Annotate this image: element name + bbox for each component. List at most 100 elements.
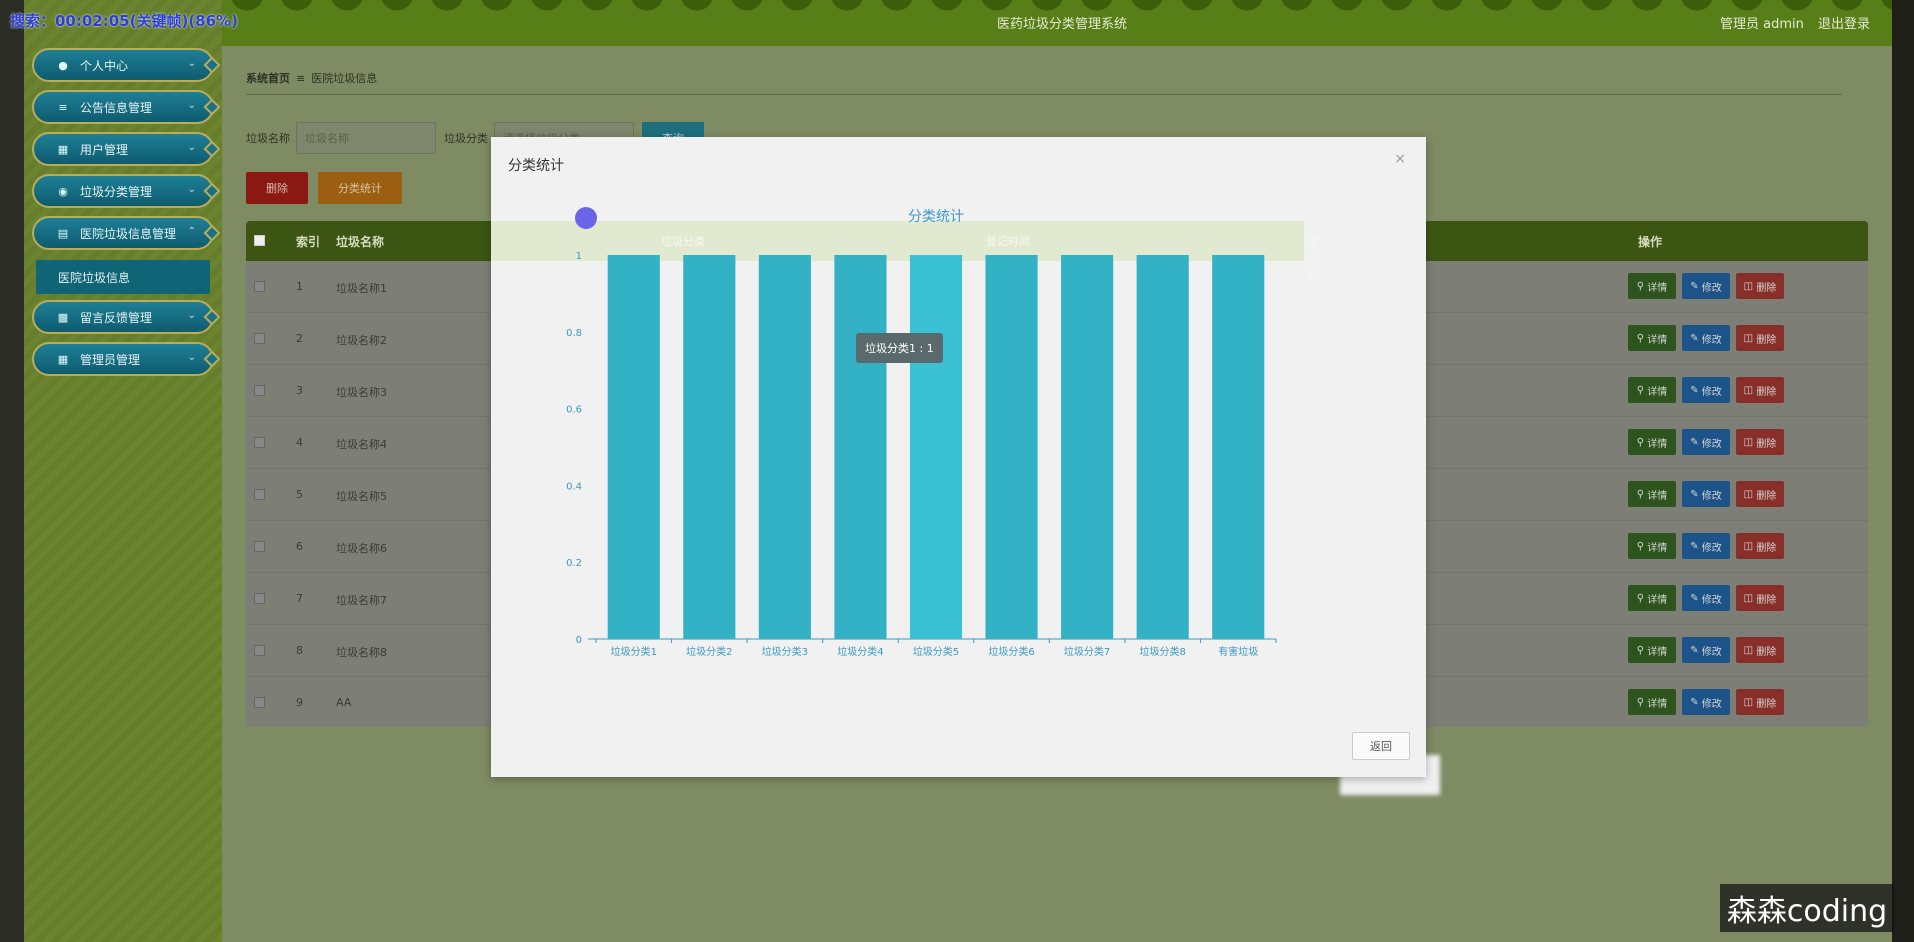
trash-icon: ◫ — [1743, 280, 1757, 292]
category-stats-button[interactable]: 分类统计 — [318, 172, 402, 204]
detail-label: 详情 — [1647, 282, 1668, 294]
delete-button[interactable]: ◫ 删除 — [1736, 325, 1784, 351]
row-checkbox[interactable] — [254, 541, 265, 552]
sidebar-item-categories[interactable]: ◉ 垃圾分类管理 ⌄ — [32, 174, 221, 208]
trash-icon: ◫ — [1743, 696, 1757, 708]
sidebar-item-announcement[interactable]: ≡ 公告信息管理 ⌄ — [32, 90, 221, 124]
delete-button[interactable]: ◫ 删除 — [1736, 689, 1784, 715]
search-icon: ⚲ — [1636, 384, 1648, 396]
sidebar-subitem-hospital-waste-info[interactable]: 医院垃圾信息 — [36, 260, 210, 294]
detail-button[interactable]: ⚲ 详情 — [1628, 689, 1676, 715]
row-checkbox[interactable] — [254, 645, 265, 656]
list-icon: ≡ — [58, 100, 68, 114]
delete-label: 删除 — [1756, 334, 1777, 346]
edit-button[interactable]: ✎ 修改 — [1682, 325, 1730, 351]
detail-button[interactable]: ⚲ 详情 — [1628, 585, 1676, 611]
batch-delete-button[interactable]: 删除 — [246, 172, 308, 204]
diamond-ornament — [203, 182, 221, 200]
chevron-down-icon: ⌄ — [187, 58, 196, 69]
chart-bar — [1212, 255, 1265, 639]
trash-icon: ◫ — [1743, 384, 1757, 396]
detail-label: 详情 — [1647, 542, 1668, 554]
delete-button[interactable]: ◫ 删除 — [1736, 637, 1784, 663]
delete-button[interactable]: ◫ 删除 — [1736, 377, 1784, 403]
row-checkbox[interactable] — [254, 437, 265, 448]
chevron-down-icon: ⌄ — [187, 352, 196, 363]
pin-icon: ◉ — [58, 184, 68, 198]
edit-label: 修改 — [1701, 438, 1722, 450]
edit-button[interactable]: ✎ 修改 — [1682, 481, 1730, 507]
detail-button[interactable]: ⚲ 详情 — [1628, 377, 1676, 403]
chart-tooltip: 垃圾分类1 : 1 — [856, 333, 943, 363]
detail-label: 详情 — [1647, 386, 1668, 398]
detail-button[interactable]: ⚲ 详情 — [1628, 273, 1676, 299]
row-checkbox[interactable] — [254, 593, 265, 604]
row-checkbox[interactable] — [254, 333, 265, 344]
sidebar-item-hospital-waste[interactable]: ▤ 医院垃圾信息管理 ⌃ — [32, 216, 221, 250]
breadcrumb-home[interactable]: 系统首页 — [246, 72, 290, 85]
delete-button[interactable]: ◫ 删除 — [1736, 273, 1784, 299]
delete-button[interactable]: ◫ 删除 — [1736, 429, 1784, 455]
detail-button[interactable]: ⚲ 详情 — [1628, 533, 1676, 559]
chart-bar — [834, 255, 887, 639]
detail-button[interactable]: ⚲ 详情 — [1628, 429, 1676, 455]
edit-button[interactable]: ✎ 修改 — [1682, 689, 1730, 715]
row-checkbox[interactable] — [254, 697, 265, 708]
delete-label: 删除 — [1756, 282, 1777, 294]
row-index: 2 — [296, 332, 303, 345]
row-actions: ⚲ 详情 ✎ 修改 ◫ 删除 — [1628, 273, 1784, 299]
edit-button[interactable]: ✎ 修改 — [1682, 533, 1730, 559]
edit-button[interactable]: ✎ 修改 — [1682, 585, 1730, 611]
delete-button[interactable]: ◫ 删除 — [1736, 585, 1784, 611]
row-name: 垃圾名称3 — [336, 386, 387, 399]
detail-button[interactable]: ⚲ 详情 — [1628, 481, 1676, 507]
delete-button[interactable]: ◫ 删除 — [1736, 533, 1784, 559]
row-name: 垃圾名称7 — [336, 594, 387, 607]
chart-bar — [985, 255, 1038, 639]
x-tick-label: 垃圾分类6 — [988, 645, 1034, 658]
sidebar: ● 个人中心 ⌄ ≡ 公告信息管理 ⌄ ▦ 用户管理 ⌄ ◉ 垃圾分类管理 ⌄ … — [24, 0, 222, 942]
row-actions: ⚲ 详情 ✎ 修改 ◫ 删除 — [1628, 481, 1784, 507]
detail-button[interactable]: ⚲ 详情 — [1628, 637, 1676, 663]
sidebar-item-personal[interactable]: ● 个人中心 ⌄ — [32, 48, 221, 82]
edit-button[interactable]: ✎ 修改 — [1682, 273, 1730, 299]
delete-label: 删除 — [1756, 490, 1777, 502]
diamond-ornament — [203, 308, 221, 326]
row-actions: ⚲ 详情 ✎ 修改 ◫ 删除 — [1628, 689, 1784, 715]
sidebar-item-feedback[interactable]: ▩ 留言反馈管理 ⌄ — [32, 300, 221, 334]
row-checkbox[interactable] — [254, 489, 265, 500]
row-actions: ⚲ 详情 ✎ 修改 ◫ 删除 — [1628, 377, 1784, 403]
row-actions: ⚲ 详情 ✎ 修改 ◫ 删除 — [1628, 325, 1784, 351]
row-actions: ⚲ 详情 ✎ 修改 ◫ 删除 — [1628, 533, 1784, 559]
delete-label: 删除 — [1756, 542, 1777, 554]
chart-bar — [758, 255, 811, 639]
detail-button[interactable]: ⚲ 详情 — [1628, 325, 1676, 351]
edit-button[interactable]: ✎ 修改 — [1682, 429, 1730, 455]
row-index: 1 — [296, 280, 303, 293]
row-checkbox[interactable] — [254, 385, 265, 396]
row-index: 6 — [296, 540, 303, 553]
back-button[interactable]: 返回 — [1352, 732, 1410, 760]
sidebar-item-admins[interactable]: ▦ 管理员管理 ⌄ — [32, 342, 221, 376]
sidebar-item-label: 垃圾分类管理 — [80, 184, 153, 199]
row-checkbox[interactable] — [254, 281, 265, 292]
select-all-checkbox[interactable] — [254, 235, 265, 246]
trash-icon: ◫ — [1743, 488, 1757, 500]
mouse-cursor — [575, 207, 597, 229]
edit-button[interactable]: ✎ 修改 — [1682, 377, 1730, 403]
edit-label: 修改 — [1701, 646, 1722, 658]
chevron-up-icon: ⌃ — [187, 226, 196, 237]
sidebar-item-users[interactable]: ▦ 用户管理 ⌄ — [32, 132, 221, 166]
pencil-icon: ✎ — [1690, 436, 1702, 448]
row-name: 垃圾名称8 — [336, 646, 387, 659]
delete-button[interactable]: ◫ 删除 — [1736, 481, 1784, 507]
name-label: 垃圾名称 — [246, 132, 290, 145]
row-name: 垃圾名称4 — [336, 438, 387, 451]
pencil-icon: ✎ — [1690, 644, 1702, 656]
x-tick-label: 垃圾分类8 — [1139, 645, 1185, 658]
logout-link[interactable]: 退出登录 — [1818, 17, 1870, 32]
name-search-input[interactable]: 垃圾名称 — [296, 122, 436, 154]
col-ops: 操作 — [1638, 235, 1663, 249]
edit-button[interactable]: ✎ 修改 — [1682, 637, 1730, 663]
person-icon: ● — [58, 58, 68, 72]
